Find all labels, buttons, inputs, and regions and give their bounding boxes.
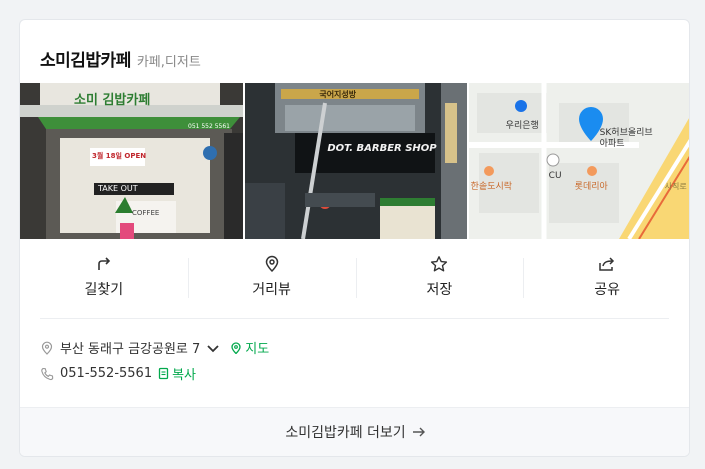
photo-strip: 소미 김밥카페 051 552 5561 3월 18일 OPEN TAKE OU… [20, 83, 689, 239]
more-details-button[interactable]: 소미김밥카페 더보기 [20, 407, 689, 456]
copy-phone-button[interactable]: 복사 [158, 364, 196, 383]
map-label-road: 사직로 [664, 182, 687, 191]
copy-label: 복사 [172, 368, 197, 383]
photo-storefront[interactable]: 소미 김밥카페 051 552 5561 3월 18일 OPEN TAKE OU… [20, 83, 244, 239]
location-pin-icon [41, 341, 53, 355]
menu-board-text: 3월 18일 OPEN [92, 152, 147, 160]
more-details-label: 소미김밥카페 더보기 [285, 425, 406, 441]
map-label-restaurant-2: 롯데리아 [574, 182, 608, 192]
photo-map[interactable]: 우리은행 SK허브올리브 아파트 CU 한솥도시락 롯데리아 사직로 [468, 83, 689, 239]
coffee-text: COFFEE [132, 209, 160, 217]
action-bar: 길찾기 거리뷰 저장 공유 [20, 244, 689, 310]
street-sign-2: DOT. BARBER SHOP [327, 143, 437, 154]
directions-icon [98, 257, 111, 270]
map-label-apt: SK허브올리브 아파트 [599, 128, 653, 149]
arrow-right-icon [412, 427, 425, 437]
map-pin-icon [231, 341, 241, 354]
place-name[interactable]: 소미김밥카페 [40, 46, 131, 71]
place-header: 소미김밥카페 카페,디저트 [40, 46, 201, 71]
takeout-text: TAKE OUT [98, 184, 138, 193]
map-link-label: 지도 [245, 342, 270, 357]
shop-phone-sign: 051 552 5561 [188, 123, 230, 130]
share-button[interactable]: 공유 [523, 244, 689, 310]
share-icon [599, 257, 615, 271]
directions-button[interactable]: 길찾기 [20, 244, 188, 310]
place-category: 카페,디저트 [136, 55, 201, 70]
save-label: 저장 [426, 282, 453, 298]
address-text: 부산 동래구 금강공원로 7 [60, 342, 201, 357]
photo-street[interactable]: 국어지성방 DOT. BARBER SHOP [245, 83, 467, 239]
map-link[interactable]: 지도 [230, 338, 269, 357]
copy-icon [158, 367, 169, 380]
star-icon [431, 256, 448, 272]
address-row: 부산 동래구 금강공원로 7 지도 [40, 338, 269, 357]
street-view-button[interactable]: 거리뷰 [187, 244, 356, 310]
street-sign-1: 국어지성방 [319, 90, 357, 99]
place-card: 소미김밥카페 카페,디저트 소미 김밥카페 051 552 5561 3월 18… [19, 19, 690, 457]
phone-icon [41, 367, 54, 380]
map-label-restaurant-1: 한솥도시락 [470, 182, 513, 192]
save-button[interactable]: 저장 [355, 244, 524, 310]
phone-row: 051-552-5561 복사 [40, 364, 196, 383]
shop-sign-text: 소미 김밥카페 [74, 93, 151, 108]
map-label-store: CU [548, 171, 562, 181]
share-label: 공유 [594, 282, 620, 298]
chevron-down-icon[interactable] [206, 341, 220, 355]
map-label-bank: 우리은행 [505, 121, 539, 131]
section-divider [40, 318, 669, 319]
directions-label: 길찾기 [84, 282, 124, 298]
street-view-icon [265, 255, 278, 273]
phone-number[interactable]: 051-552-5561 [60, 366, 152, 381]
street-view-label: 거리뷰 [252, 282, 291, 298]
